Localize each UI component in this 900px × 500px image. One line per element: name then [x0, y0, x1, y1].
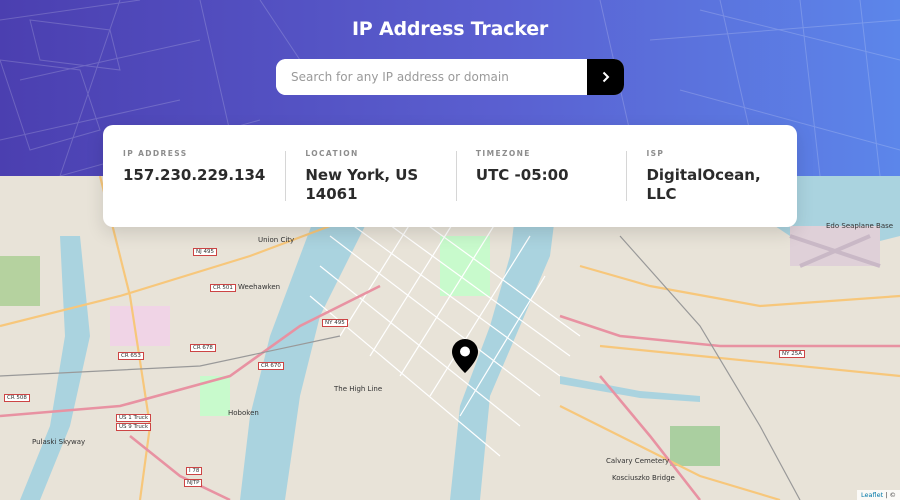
search-submit-button[interactable] — [587, 59, 624, 95]
map-label-the-high-line: The High Line — [334, 385, 383, 393]
location-value: New York, US 14061 — [305, 166, 436, 204]
map-label-kosciuszko-bridge: Kosciuszko Bridge — [612, 474, 675, 482]
ip-address-value: 157.230.229.134 — [123, 166, 266, 184]
search-input[interactable] — [276, 59, 587, 95]
map-label-weehawken: Weehawken — [238, 283, 281, 291]
road-shield-cr501: CR 501 — [210, 284, 236, 292]
timezone-section: TIMEZONE UTC -05:00 — [455, 149, 627, 227]
ip-address-label: IP ADDRESS — [123, 149, 188, 158]
road-shield-cr678: CR 678 — [190, 344, 216, 352]
road-shield-ny495: NY 495 — [322, 319, 348, 327]
chevron-right-icon — [602, 71, 609, 83]
isp-section: ISP DigitalOcean, LLC — [626, 149, 797, 227]
page-title: IP Address Tracker — [351, 18, 549, 40]
map-label-hoboken: Hoboken — [228, 409, 259, 417]
location-value-line2: 14061 — [305, 185, 358, 203]
road-shield-njtp: NJTP — [184, 479, 203, 487]
location-label: LOCATION — [305, 149, 359, 158]
map-label-pulaski-skyway: Pulaski Skyway — [32, 438, 86, 446]
road-shield-us1: US 1 Truck — [116, 414, 152, 422]
timezone-value: UTC -05:00 — [475, 166, 569, 184]
map-label-edo-seaplane-base: Edo Seaplane Base — [826, 222, 894, 230]
road-shield-cr508: CR 508 — [4, 394, 30, 402]
road-shield-ny25a: NY 25A — [779, 350, 805, 358]
isp-value-line1: DigitalOcean, — [646, 166, 761, 184]
map-label-union-city: Union City — [258, 236, 295, 244]
search-bar — [276, 59, 624, 95]
ip-address-section: IP ADDRESS 157.230.229.134 — [103, 149, 285, 227]
location-section: LOCATION New York, US 14061 — [285, 149, 456, 227]
map-attribution: Leaflet | © — [857, 490, 900, 500]
map-label-calvary-cemetery: Calvary Cemetery — [606, 457, 670, 465]
road-shield-cr653: CR 653 — [118, 352, 144, 360]
ip-info-card: IP ADDRESS 157.230.229.134 LOCATION New … — [103, 125, 797, 227]
road-shield-nj495: NJ 495 — [193, 248, 217, 256]
road-shield-us9: US 9 Truck — [116, 423, 152, 431]
isp-value-line2: LLC — [646, 185, 677, 203]
leaflet-link[interactable]: Leaflet — [861, 491, 883, 499]
attribution-separator: | © — [883, 491, 896, 499]
timezone-label: TIMEZONE — [475, 149, 531, 158]
isp-value: DigitalOcean, LLC — [646, 166, 777, 204]
road-shield-cr670: CR 670 — [258, 362, 284, 370]
road-shield-i78: I 78 — [186, 467, 203, 475]
location-value-line1: New York, US — [305, 166, 419, 184]
isp-label: ISP — [646, 149, 665, 158]
location-pin-icon[interactable] — [451, 338, 479, 374]
